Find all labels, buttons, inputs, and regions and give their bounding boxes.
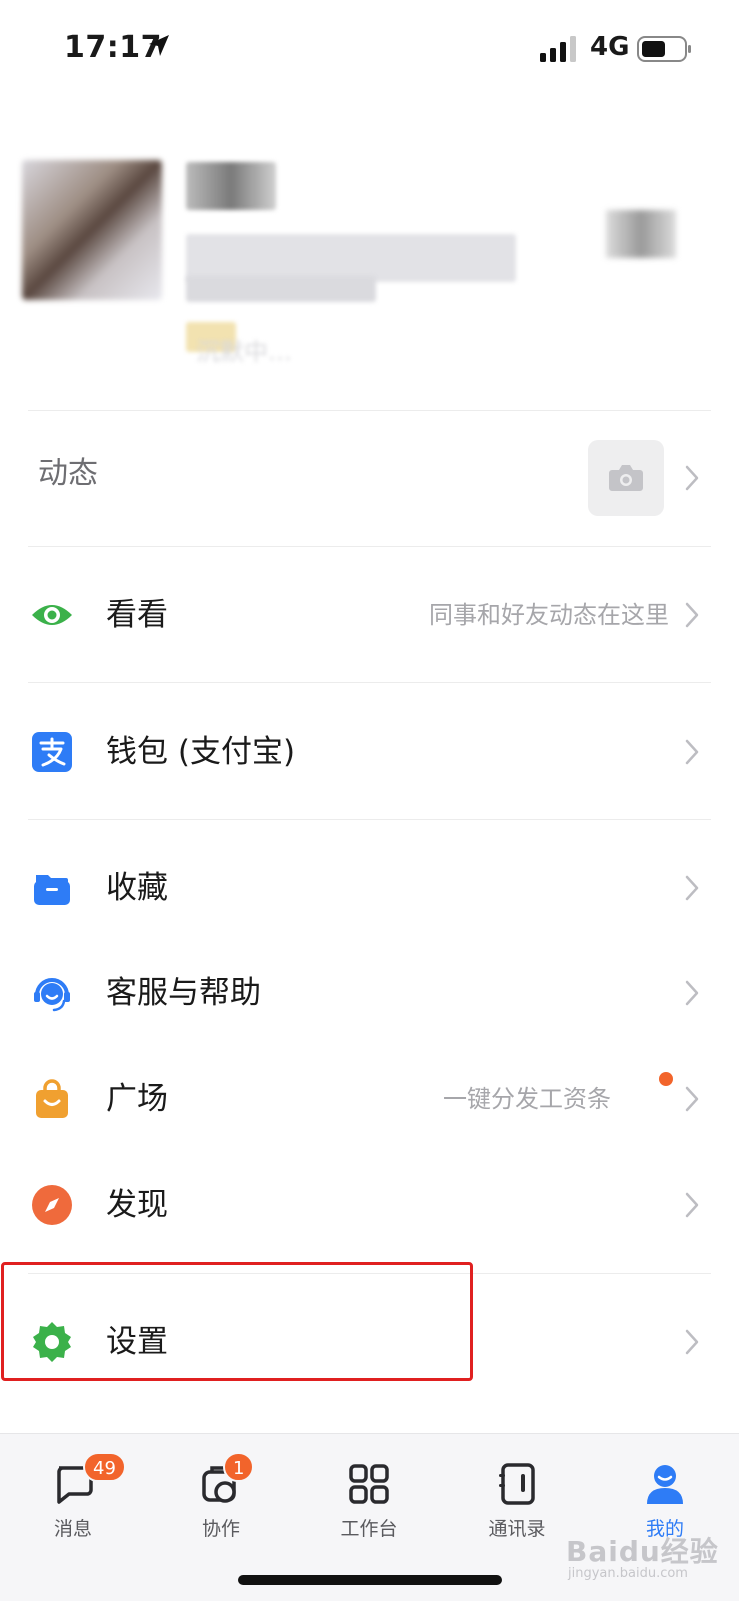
- home-indicator[interactable]: [238, 1575, 502, 1585]
- menu-item-label: 发现: [106, 1187, 168, 1223]
- chevron-right-icon: [685, 1086, 699, 1112]
- menu-item-square[interactable]: 广场 一键分发工资条: [0, 1049, 739, 1149]
- menu-item-favorites[interactable]: 收藏: [0, 838, 739, 938]
- divider: [28, 819, 711, 820]
- menu-item-support[interactable]: 客服与帮助: [0, 943, 739, 1043]
- profile-qr-thumbnail[interactable]: [606, 210, 676, 258]
- profile-info-line: [186, 234, 516, 282]
- profile-info-line-2: [186, 276, 376, 302]
- tab-label: 工作台: [340, 1518, 398, 1540]
- profile-status-text[interactable]: 沉默中…: [196, 332, 292, 367]
- tab-label: 通讯录: [488, 1518, 546, 1540]
- menu-item-kankan[interactable]: 看看 同事和好友动态在这里: [0, 565, 739, 665]
- menu-item-label: 看看: [106, 597, 168, 633]
- cellular-signal-icon: [540, 36, 576, 62]
- chevron-right-icon: [685, 980, 699, 1006]
- shopping-bag-icon: [36, 1079, 68, 1118]
- chevron-right-icon: [685, 739, 699, 765]
- tab-label: 消息: [53, 1518, 92, 1540]
- customer-service-icon: [34, 978, 70, 1012]
- grid-icon: [349, 1464, 389, 1504]
- chevron-right-icon: [685, 465, 699, 491]
- menu-item-label: 收藏: [106, 870, 168, 906]
- camera-button[interactable]: [588, 440, 664, 516]
- menu-item-label: 客服与帮助: [106, 975, 261, 1011]
- profile-card[interactable]: 沉默中…: [0, 110, 739, 410]
- person-icon: [647, 1465, 683, 1504]
- menu-item-label: 钱包 (支付宝): [106, 734, 296, 770]
- menu-item-wallet[interactable]: 钱包 (支付宝): [0, 702, 739, 802]
- new-notification-dot: [659, 1072, 673, 1086]
- alipay-icon: [32, 732, 72, 772]
- menu-item-label: 广场: [106, 1081, 168, 1117]
- divider: [28, 682, 711, 683]
- battery-icon: [637, 36, 691, 62]
- tab-contacts[interactable]: 通讯录: [462, 1452, 572, 1552]
- tab-label: 协作: [201, 1518, 240, 1540]
- chevron-right-icon: [685, 875, 699, 901]
- chevron-right-icon: [685, 1329, 699, 1355]
- eye-icon: [32, 605, 72, 625]
- menu-item-hint: 一键分发工资条: [443, 1085, 611, 1113]
- chevron-right-icon: [685, 1192, 699, 1218]
- tab-messages[interactable]: 49 消息: [18, 1452, 128, 1552]
- dynamics-label: 动态: [38, 456, 98, 491]
- watermark-brand: Baidu经验: [566, 1535, 719, 1568]
- tab-collaboration[interactable]: 1 协作: [166, 1452, 276, 1552]
- camera-icon: [609, 465, 643, 491]
- address-book-icon: [499, 1463, 535, 1505]
- avatar[interactable]: [22, 160, 162, 300]
- status-bar: 17:17 4G: [0, 0, 739, 100]
- profile-name: [186, 162, 276, 210]
- tab-workbench[interactable]: 工作台: [314, 1452, 424, 1552]
- menu-item-discover[interactable]: 发现: [0, 1155, 739, 1255]
- menu-item-hint: 同事和好友动态在这里: [429, 601, 669, 629]
- unread-badge: 1: [223, 1452, 255, 1482]
- location-arrow-icon: [149, 35, 169, 56]
- annotation-highlight-box: [1, 1262, 473, 1381]
- unread-badge: 49: [83, 1452, 126, 1482]
- divider: [28, 546, 711, 547]
- compass-icon: [32, 1185, 72, 1225]
- chevron-right-icon: [685, 602, 699, 628]
- network-type: 4G: [590, 32, 630, 62]
- watermark-url: jingyan.baidu.com: [568, 1566, 688, 1581]
- folder-icon: [34, 875, 70, 905]
- divider: [28, 410, 711, 411]
